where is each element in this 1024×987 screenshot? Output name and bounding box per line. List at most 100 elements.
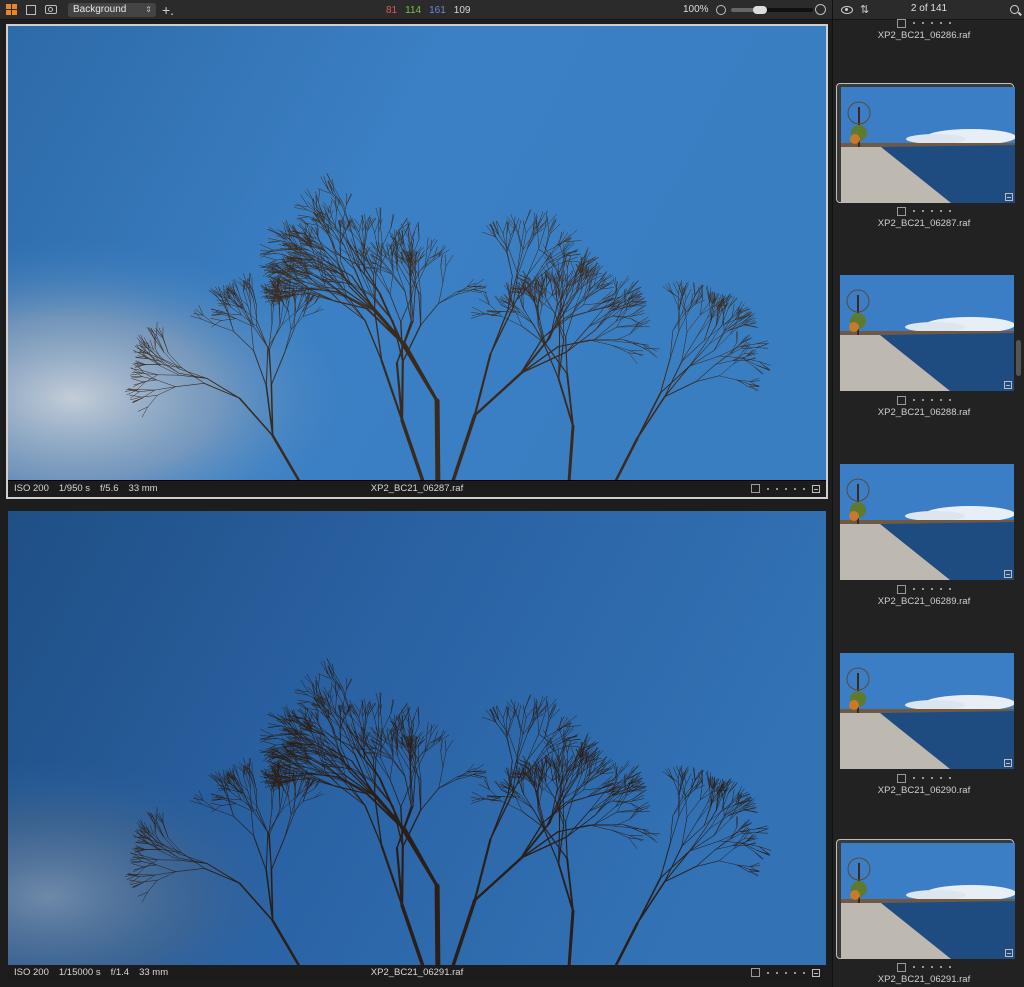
rating-dot[interactable] bbox=[940, 966, 942, 968]
rating-dot[interactable] bbox=[940, 399, 942, 401]
rating-dot[interactable] bbox=[949, 22, 951, 24]
select-checkbox[interactable] bbox=[751, 484, 760, 493]
zoom-out-icon[interactable] bbox=[716, 5, 726, 15]
viewer-pane-bottom[interactable]: ISO 200 1/15000 s f/1.4 33 mm XP2_BC21_0… bbox=[8, 511, 826, 981]
rating-dot[interactable] bbox=[913, 777, 915, 779]
rating-dot[interactable] bbox=[803, 487, 805, 490]
rating-dot[interactable] bbox=[931, 22, 933, 24]
search-icon[interactable] bbox=[1010, 5, 1019, 14]
iso: ISO 200 bbox=[14, 967, 49, 978]
thumbnail-filename[interactable]: XP2_BC21_06288.raf bbox=[833, 407, 1015, 418]
chevron-updown-icon: ⇕ bbox=[145, 4, 152, 14]
select-checkbox[interactable] bbox=[897, 773, 906, 783]
rating-dot[interactable] bbox=[922, 966, 924, 968]
rating-dot[interactable] bbox=[776, 487, 778, 490]
rating-dot[interactable] bbox=[940, 588, 942, 590]
select-checkbox[interactable] bbox=[897, 206, 906, 216]
rating-dot[interactable] bbox=[949, 210, 951, 212]
thumbnail[interactable] bbox=[836, 650, 1014, 770]
rating-dot[interactable] bbox=[785, 487, 787, 490]
rating-dot[interactable] bbox=[922, 777, 924, 779]
shutter-speed: 1/950 s bbox=[58, 483, 91, 494]
rating-dot[interactable] bbox=[794, 487, 796, 490]
select-checkbox[interactable] bbox=[897, 18, 906, 28]
rating-dot[interactable] bbox=[922, 210, 924, 212]
aperture: f/1.4 bbox=[110, 967, 130, 978]
rating-dot[interactable] bbox=[940, 210, 942, 212]
select-checkbox[interactable] bbox=[897, 395, 906, 405]
thumbnail[interactable] bbox=[836, 272, 1014, 392]
thumbnail-filename[interactable]: XP2_BC21_06291.raf bbox=[833, 974, 1015, 985]
viewer-pane-top[interactable]: ISO 200 1/950 s f/5.6 33 mm XP2_BC21_062… bbox=[6, 24, 828, 499]
camera-icon[interactable] bbox=[42, 0, 60, 20]
count-red[interactable]: 81 bbox=[386, 5, 397, 16]
metadata-icon[interactable] bbox=[1005, 193, 1013, 201]
thumbnail-filename[interactable]: XP2_BC21_06286.raf bbox=[833, 30, 1015, 41]
rating-dot[interactable] bbox=[913, 22, 915, 24]
rating-dot[interactable] bbox=[803, 971, 805, 974]
page-count: 2 of 141 bbox=[910, 3, 948, 14]
count-blue[interactable]: 161 bbox=[429, 5, 446, 16]
rating-dot[interactable] bbox=[949, 777, 951, 779]
zoom-slider-knob[interactable] bbox=[752, 6, 767, 14]
select-checkbox[interactable] bbox=[751, 968, 760, 977]
thumbnail[interactable] bbox=[836, 461, 1014, 581]
rating-dot[interactable] bbox=[776, 971, 778, 974]
count-total[interactable]: 109 bbox=[454, 5, 471, 16]
rating-dot[interactable] bbox=[949, 399, 951, 401]
metadata-icon[interactable] bbox=[1004, 570, 1012, 578]
single-view-icon[interactable] bbox=[22, 0, 40, 20]
view-select[interactable]: Background ⇕ bbox=[68, 2, 156, 17]
thumbnail[interactable] bbox=[836, 839, 1015, 959]
sidebar-header: ⇅ 2 of 141 bbox=[833, 0, 1024, 20]
thumbnail-image bbox=[841, 87, 1015, 203]
add-icon[interactable]: +. bbox=[162, 0, 174, 20]
rating-dot[interactable] bbox=[913, 399, 915, 401]
rating-dot[interactable] bbox=[913, 210, 915, 212]
scrollbar[interactable] bbox=[1016, 340, 1021, 376]
rating-dot[interactable] bbox=[931, 399, 933, 401]
rating-dot[interactable] bbox=[794, 971, 796, 974]
shutter-speed: 1/15000 s bbox=[58, 967, 101, 978]
rating-dot[interactable] bbox=[931, 588, 933, 590]
info-bar-top: ISO 200 1/950 s f/5.6 33 mm XP2_BC21_062… bbox=[8, 481, 826, 497]
thumbnail-filename[interactable]: XP2_BC21_06289.raf bbox=[833, 596, 1015, 607]
thumbnail[interactable] bbox=[836, 83, 1015, 203]
rating-dot[interactable] bbox=[922, 399, 924, 401]
metadata-icon[interactable] bbox=[1005, 949, 1013, 957]
thumbnail-image bbox=[840, 275, 1014, 391]
rating-dot[interactable] bbox=[949, 966, 951, 968]
toolbar: Background ⇕ +. 81 114 161 109 100% bbox=[0, 0, 832, 20]
rating-dot[interactable] bbox=[785, 971, 787, 974]
rating-dot[interactable] bbox=[767, 487, 769, 490]
info-bar-bottom: ISO 200 1/15000 s f/1.4 33 mm XP2_BC21_0… bbox=[8, 965, 826, 981]
rating-dot[interactable] bbox=[931, 966, 933, 968]
rating-dot[interactable] bbox=[940, 777, 942, 779]
zoom-slider[interactable] bbox=[731, 6, 813, 14]
rating-dot[interactable] bbox=[913, 588, 915, 590]
metadata-icon[interactable] bbox=[1004, 381, 1012, 389]
app-window: Background ⇕ +. 81 114 161 109 100% ISO … bbox=[0, 0, 1024, 987]
rating-dot[interactable] bbox=[922, 22, 924, 24]
rating-dot[interactable] bbox=[931, 777, 933, 779]
zoom-in-icon[interactable] bbox=[815, 4, 826, 15]
rating-dot[interactable] bbox=[940, 22, 942, 24]
thumbnail-meta bbox=[833, 584, 1015, 594]
thumbnail-meta bbox=[833, 206, 1015, 216]
rating-dot[interactable] bbox=[922, 588, 924, 590]
select-checkbox[interactable] bbox=[897, 962, 906, 972]
metadata-icon[interactable] bbox=[812, 968, 820, 977]
count-green[interactable]: 114 bbox=[405, 5, 421, 16]
thumbnail-filename[interactable]: XP2_BC21_06290.raf bbox=[833, 785, 1015, 796]
thumbnail-image bbox=[841, 843, 1015, 959]
rating-dot[interactable] bbox=[931, 210, 933, 212]
rating-dot[interactable] bbox=[767, 971, 769, 974]
select-checkbox[interactable] bbox=[897, 584, 906, 594]
filmstrip-sidebar: ⇅ 2 of 141 XP2_BC21_06286.raf XP2_BC21_0… bbox=[832, 0, 1024, 987]
metadata-icon[interactable] bbox=[812, 484, 820, 493]
grid-view-icon[interactable] bbox=[2, 0, 20, 20]
metadata-icon[interactable] bbox=[1004, 759, 1012, 767]
thumbnail-filename[interactable]: XP2_BC21_06287.raf bbox=[833, 218, 1015, 229]
rating-dot[interactable] bbox=[913, 966, 915, 968]
rating-dot[interactable] bbox=[949, 588, 951, 590]
